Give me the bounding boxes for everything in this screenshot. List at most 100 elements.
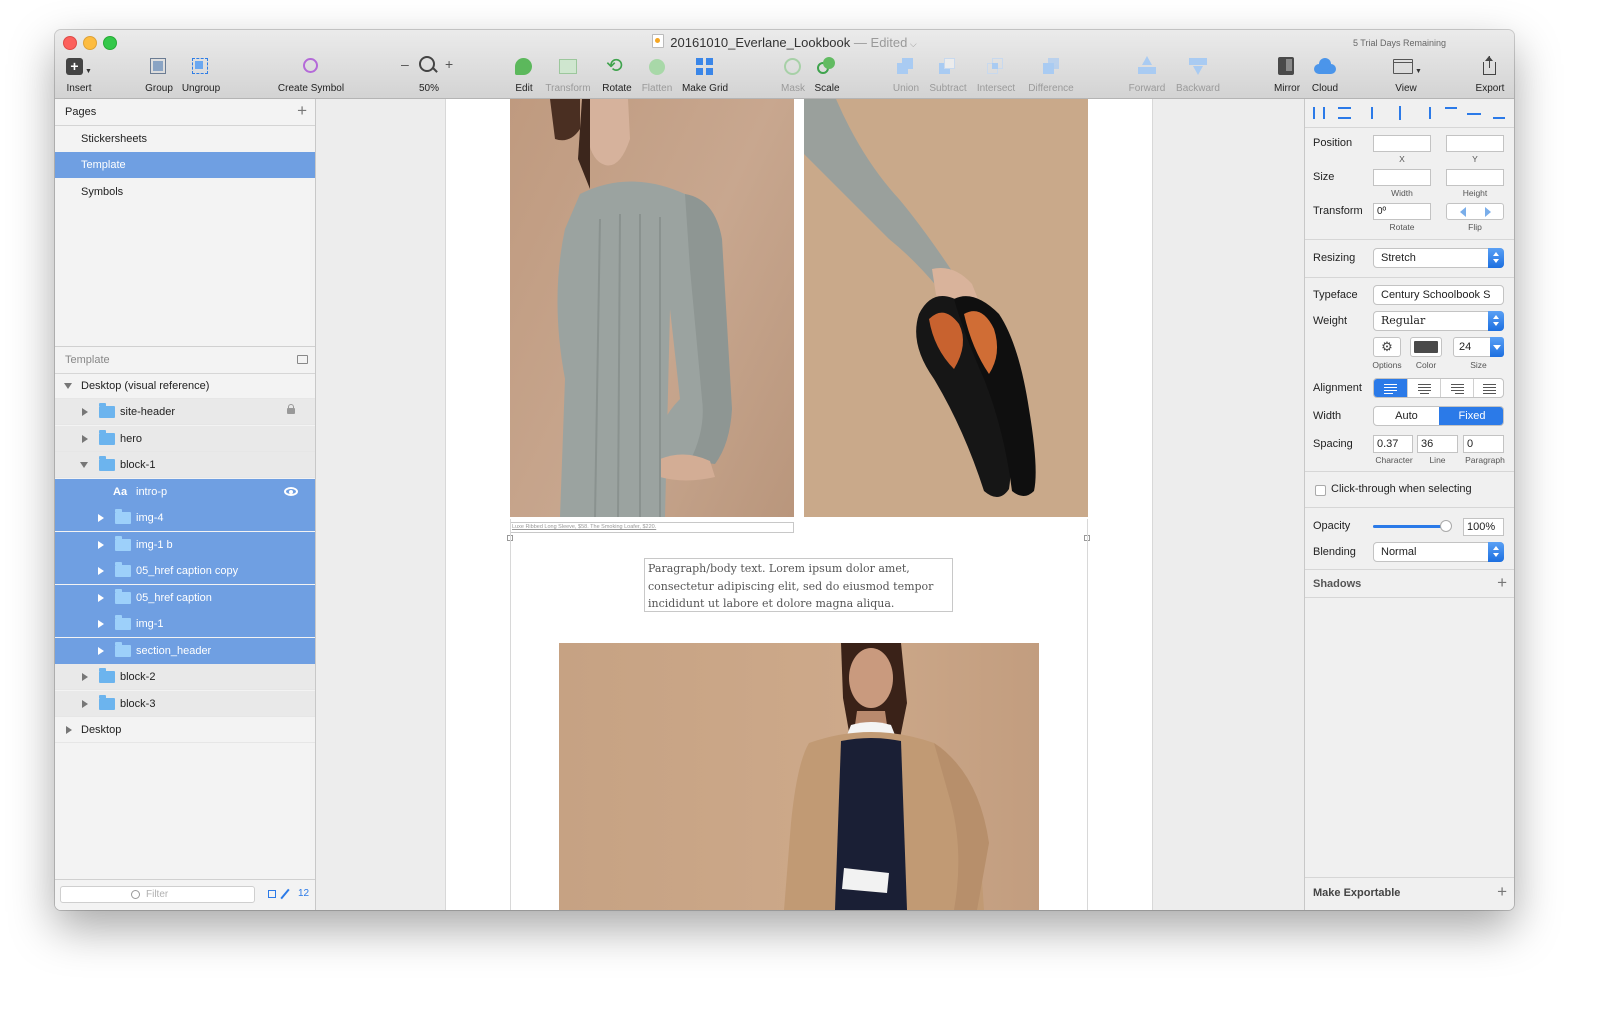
cloud-button[interactable]: Cloud [1307,56,1343,94]
transform-button[interactable]: Transform [543,56,593,94]
align-text-right-button[interactable] [1440,379,1474,397]
typeface-field[interactable]: Century Schoolbook S [1373,285,1504,305]
mask-button[interactable]: Mask [777,56,809,94]
disclosure-closed-icon[interactable] [98,594,104,602]
layer-href-caption[interactable]: 05_href caption [55,585,315,611]
align-middle-icon[interactable] [1467,113,1481,115]
zoom-out-button[interactable]: – [401,56,409,72]
layer-desktop-visual-reference[interactable]: Desktop (visual reference) [55,373,315,399]
edit-button[interactable]: Edit [507,56,541,94]
align-text-center-button[interactable] [1407,379,1441,397]
flip-vertical-icon[interactable] [1485,207,1491,217]
align-right-icon[interactable] [1419,107,1431,119]
photo-grey-sweater-model[interactable] [510,99,794,517]
union-button[interactable]: Union [889,56,923,94]
layer-block-1[interactable]: block-1 [55,452,315,478]
disclosure-closed-icon[interactable] [66,726,72,734]
opacity-slider-knob[interactable] [1440,520,1452,532]
ungroup-button[interactable]: Ungroup [179,56,223,94]
text-width-control[interactable]: Auto Fixed [1373,406,1504,426]
add-export-icon[interactable]: + [1497,882,1507,902]
layer-img-1-b[interactable]: img-1 b [55,532,315,558]
layer-site-header[interactable]: site-header [55,399,315,425]
layer-img-4[interactable]: img-4 [55,505,315,531]
layer-block-3[interactable]: block-3 [55,691,315,717]
add-page-icon[interactable]: + [297,98,307,124]
font-size-field[interactable]: 24 [1453,337,1504,357]
disclosure-closed-icon[interactable] [82,435,88,443]
text-color-well[interactable] [1410,337,1442,357]
page-symbols[interactable]: Symbols [55,179,315,205]
disclosure-closed-icon[interactable] [98,567,104,575]
height-input[interactable] [1446,169,1504,186]
line-height-input[interactable]: 36 [1417,435,1458,453]
rotate-input[interactable]: 0º [1373,203,1431,220]
artboard-desktop-visual-reference[interactable]: Luxe Ribbed Long Sleeve, $58. The Smokin… [446,99,1152,910]
distribute-vertical-icon[interactable] [1338,107,1351,119]
intersect-button[interactable]: Intersect [973,56,1019,94]
difference-button[interactable]: Difference [1023,56,1079,94]
disclosure-closed-icon[interactable] [98,647,104,655]
mirror-button[interactable]: Mirror [1269,56,1305,94]
paragraph-spacing-input[interactable]: 0 [1463,435,1504,453]
layer-filter-icon[interactable] [268,890,276,898]
collapse-layers-icon[interactable] [297,355,308,364]
disclosure-open-icon[interactable] [80,462,88,468]
click-through-checkbox[interactable] [1315,485,1326,496]
page-stickersheets[interactable]: Stickersheets [55,126,315,152]
layer-hero[interactable]: hero [55,426,315,452]
slice-filter-icon[interactable] [280,888,290,900]
flip-horizontal-icon[interactable] [1460,207,1466,217]
align-top-icon[interactable] [1445,107,1457,119]
flatten-button[interactable]: Flatten [637,56,677,94]
zoom-in-button[interactable]: + [445,56,453,72]
align-left-icon[interactable] [1371,107,1383,119]
disclosure-closed-icon[interactable] [98,620,104,628]
export-button[interactable]: Export [1471,56,1509,94]
align-text-left-button[interactable] [1374,379,1407,397]
image-caption[interactable]: Luxe Ribbed Long Sleeve, $58. The Smokin… [510,522,794,533]
add-shadow-icon[interactable]: + [1497,573,1507,593]
forward-button[interactable]: Forward [1127,56,1167,94]
text-options-button[interactable]: ⚙ [1373,337,1401,357]
scale-button[interactable]: Scale [811,56,843,94]
photo-camel-coat-model[interactable] [559,643,1039,910]
create-symbol-button[interactable]: Create Symbol [271,56,351,94]
rotate-button[interactable]: ⟲ Rotate [599,56,635,94]
align-center-horizontal-icon[interactable] [1399,106,1401,120]
chevron-down-icon[interactable] [1490,337,1504,357]
layer-desktop[interactable]: Desktop [55,717,315,743]
opacity-slider[interactable] [1373,520,1452,532]
align-text-justify-button[interactable] [1473,379,1503,397]
character-spacing-input[interactable]: 0.37 [1373,435,1413,453]
make-grid-button[interactable]: Make Grid [679,56,731,94]
disclosure-closed-icon[interactable] [82,673,88,681]
y-input[interactable] [1446,135,1504,152]
layer-intro-p[interactable]: Aa intro-p [55,479,315,505]
layer-href-caption-copy[interactable]: 05_href caption copy [55,558,315,584]
disclosure-closed-icon[interactable] [98,514,104,522]
x-input[interactable] [1373,135,1431,152]
width-input[interactable] [1373,169,1431,186]
page-template[interactable]: Template [55,152,315,178]
text-alignment-control[interactable] [1373,378,1504,398]
disclosure-open-icon[interactable] [64,383,72,389]
backward-button[interactable]: Backward [1173,56,1223,94]
title-chevron-icon[interactable]: ⌵ [907,39,917,49]
layer-block-2[interactable]: block-2 [55,664,315,690]
layer-section-header[interactable]: section_header [55,638,315,664]
align-bottom-icon[interactable] [1493,107,1505,119]
width-auto-button[interactable]: Auto [1374,407,1439,425]
opacity-input[interactable]: 100% [1463,518,1504,536]
group-button[interactable]: Group [141,56,177,94]
insert-button[interactable]: + ▼ Insert [61,56,97,94]
photo-loafers[interactable] [804,99,1088,517]
layer-img-1[interactable]: img-1 [55,611,315,637]
filter-input[interactable]: Filter [60,886,255,903]
weight-select[interactable]: Regular [1373,311,1504,331]
width-fixed-button[interactable]: Fixed [1439,407,1503,425]
view-button[interactable]: ▼ View [1387,56,1425,94]
zoom-control[interactable]: – + 50% [399,56,459,94]
flip-control[interactable] [1446,203,1504,220]
disclosure-closed-icon[interactable] [82,408,88,416]
